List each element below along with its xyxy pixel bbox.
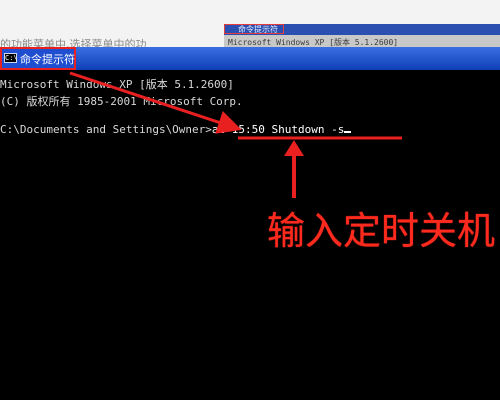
arrow-title-to-command: [69, 71, 242, 134]
arrow-label-to-command-head: [284, 140, 304, 156]
annotation-label: 输入定时关机: [267, 209, 496, 253]
